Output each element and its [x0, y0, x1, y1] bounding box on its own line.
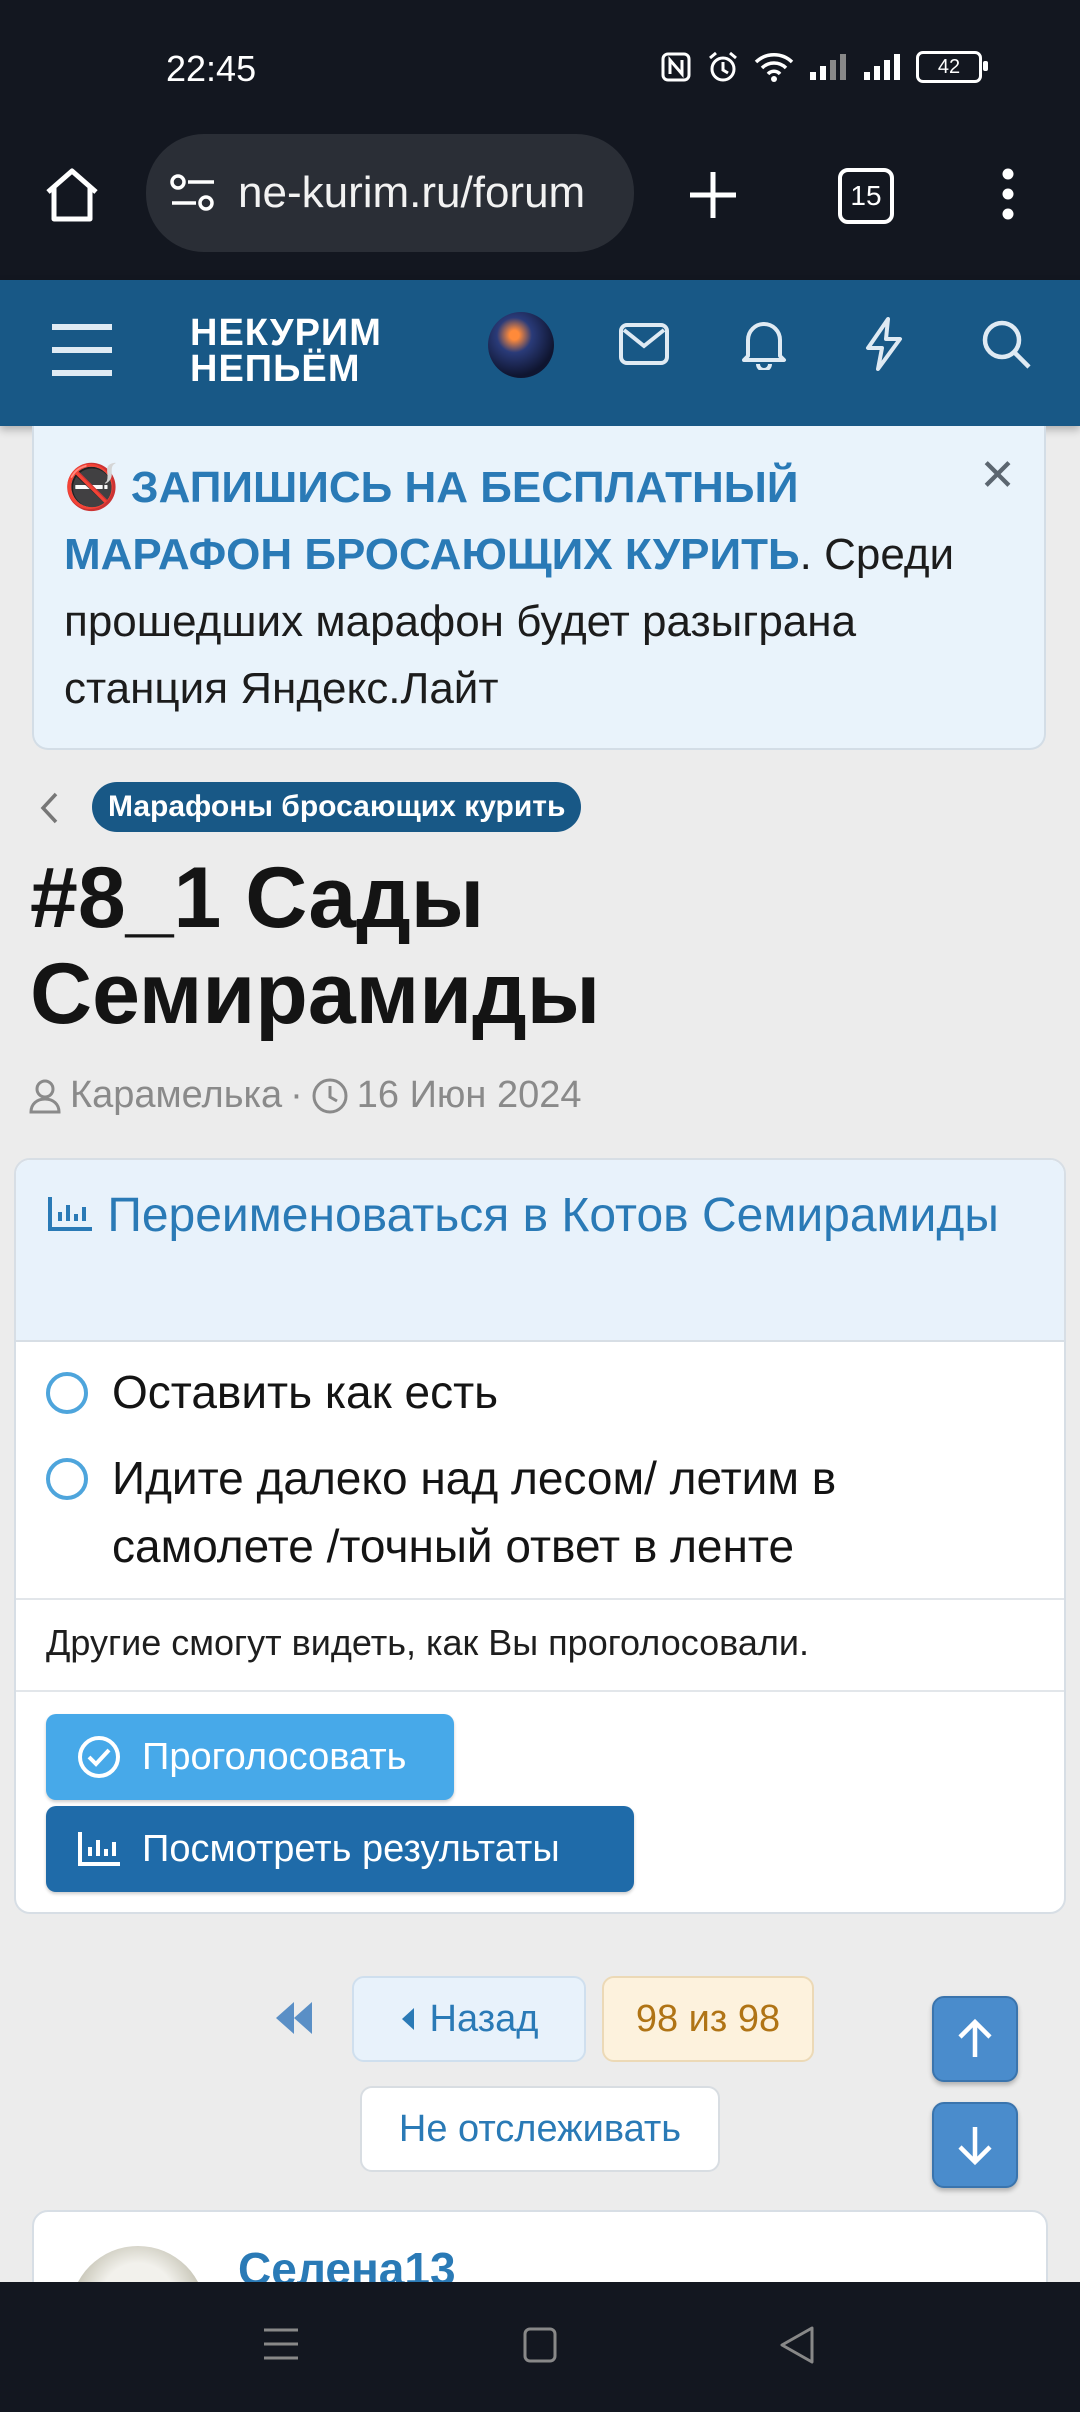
browser-menu-icon[interactable]	[998, 166, 1018, 222]
recent-apps-icon[interactable]	[262, 2326, 300, 2362]
bell-icon[interactable]	[740, 318, 788, 370]
logo-line-1: НЕКУРИМ	[190, 312, 382, 354]
poll-option-1-label: Оставить как есть	[112, 1366, 499, 1418]
notice-banner: 🚭 ЗАПИШИСЬ НА БЕСПЛАТНЫЙ МАРАФОН БРОСАЮЩ…	[32, 426, 1046, 750]
poll-option-2[interactable]: Идите далеко над лесом/ летим в самолете…	[46, 1444, 986, 1580]
thread-author[interactable]: Карамелька	[70, 1074, 282, 1117]
scroll-top-button[interactable]	[932, 1996, 1018, 2082]
user-icon	[29, 1079, 61, 1113]
notice-text: 🚭 ЗАПИШИСЬ НА БЕСПЛАТНЫЙ МАРАФОН БРОСАЮЩ…	[64, 454, 1004, 722]
tab-switcher-button[interactable]: 15	[838, 168, 894, 224]
page-title: #8_1 Сады Семирамиды	[30, 850, 601, 1042]
radio-option-2[interactable]	[46, 1458, 88, 1500]
first-page-icon[interactable]	[272, 1998, 316, 2038]
new-tab-icon[interactable]	[686, 168, 740, 222]
poll-question: Переименоваться в Котов Семирамиды	[46, 1180, 1006, 1252]
view-results-label: Посмотреть результаты	[142, 1827, 560, 1870]
bar-chart-icon	[78, 1832, 120, 1866]
inbox-icon[interactable]	[618, 322, 670, 366]
poll-block: Переименоваться в Котов Семирамиды Остав…	[14, 1158, 1066, 1914]
battery-icon: 42	[916, 51, 988, 83]
system-nav-bar	[0, 2282, 1080, 2412]
url-bar[interactable]: ne-kurim.ru/forum	[146, 134, 634, 252]
arrow-up-icon	[958, 2018, 992, 2057]
thread-date[interactable]: 16 Июн 2024	[357, 1074, 582, 1117]
wifi-icon	[754, 53, 794, 82]
signal-icon-2	[864, 54, 900, 80]
poll-header: Переименоваться в Котов Семирамиды	[16, 1160, 1064, 1342]
chevron-left-icon[interactable]	[38, 790, 60, 826]
poll-question-text: Переименоваться в Котов Семирамиды	[107, 1189, 999, 1242]
check-circle-icon	[78, 1736, 120, 1778]
back-button-label: Назад	[429, 1997, 539, 2040]
site-logo[interactable]: НЕКУРИМ НЕПЬЁМ	[190, 312, 382, 390]
logo-line-2: НЕПЬЁМ	[190, 348, 361, 390]
breadcrumb-forum[interactable]: Марафоны бросающих курить	[92, 782, 582, 832]
arrow-down-icon	[958, 2127, 992, 2166]
caret-left-icon	[401, 2008, 414, 2030]
radio-option-1[interactable]	[46, 1372, 88, 1414]
poll-option-2-label: Идите далеко над лесом/ летим в самолете…	[112, 1452, 837, 1572]
no-smoking-icon: 🚭	[64, 463, 119, 512]
nfc-icon	[661, 52, 691, 82]
lightning-icon[interactable]	[862, 316, 906, 372]
meta-separator: ·	[290, 1074, 303, 1116]
unwatch-button[interactable]: Не отслеживать	[360, 2086, 720, 2172]
scroll-bottom-button[interactable]	[932, 2102, 1018, 2188]
search-icon[interactable]	[980, 318, 1032, 370]
vote-button[interactable]: Проголосовать	[46, 1714, 454, 1800]
poll-divider	[16, 1598, 1064, 1600]
bar-chart-icon	[48, 1197, 92, 1231]
close-icon[interactable]: ✕	[979, 450, 1016, 501]
poll-divider-2	[16, 1690, 1064, 1692]
url-text: ne-kurim.ru/forum	[238, 168, 586, 217]
user-avatar[interactable]	[488, 312, 554, 378]
page-status[interactable]: 98 из 98	[602, 1976, 814, 2062]
poll-note: Другие смогут видеть, как Вы проголосова…	[46, 1622, 809, 1663]
menu-icon[interactable]	[50, 322, 114, 378]
status-icons: 42	[660, 50, 988, 84]
alarm-icon	[709, 51, 737, 82]
home-icon[interactable]	[42, 166, 102, 224]
home-nav-icon[interactable]	[522, 2326, 558, 2364]
signal-icon	[810, 54, 846, 80]
thread-meta: Карамелька · 16 Июн 2024	[28, 1074, 581, 1117]
view-results-button[interactable]: Посмотреть результаты	[46, 1806, 634, 1892]
clock-icon	[312, 1078, 348, 1113]
poll-option-1[interactable]: Оставить как есть	[46, 1358, 498, 1426]
notice-link[interactable]: ЗАПИШИСЬ НА БЕСПЛАТНЫЙ МАРАФОН БРОСАЮЩИХ…	[64, 463, 800, 579]
back-button[interactable]: Назад	[352, 1976, 586, 2062]
site-settings-icon[interactable]	[168, 172, 218, 214]
back-nav-icon[interactable]	[778, 2324, 816, 2366]
status-time: 22:45	[166, 48, 257, 89]
browser-chrome: 22:45 42 ne-kurim.ru/forum 15	[0, 0, 1080, 280]
vote-button-label: Проголосовать	[142, 1735, 407, 1778]
